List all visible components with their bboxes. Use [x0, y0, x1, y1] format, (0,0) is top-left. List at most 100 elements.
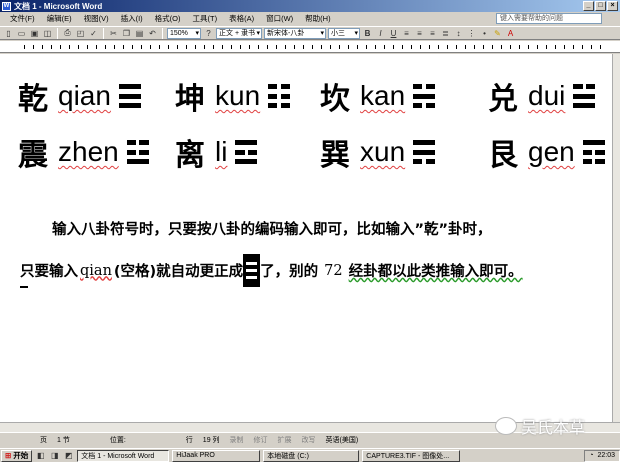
undo-icon[interactable]: ↶ — [147, 28, 158, 39]
watermark: 吴氏本草 — [495, 413, 613, 439]
status-line: 行 — [185, 436, 193, 444]
italic-button[interactable]: I — [375, 28, 386, 39]
wechat-logo-icon — [495, 417, 517, 435]
clock: 22:03 — [597, 452, 615, 459]
print-icon[interactable]: ⎙ — [62, 28, 73, 39]
document-area[interactable]: 乾 qian 坤 kun 坎 kan 兑 dui 震 zhen 离 li 巽 xun 艮 gen 输入八卦符… — [0, 54, 612, 422]
menu-insert[interactable]: 插入(I) — [115, 13, 149, 24]
status-trk[interactable]: 修订 — [254, 435, 268, 445]
status-section: 1 节 — [57, 436, 70, 444]
line-spacing-icon[interactable]: ↕ — [453, 28, 464, 39]
toolbar: ▯ ▭ ▣ ◫ ⎙ ◰ ✓ ✂ ❐ ▤ ↶ 150% ? 正文 + 隶书 新宋体… — [0, 26, 620, 40]
text-segment: 经卦都以此类推输入即可。 — [348, 264, 523, 280]
menu-table[interactable]: 表格(A) — [223, 13, 260, 24]
trigram-han: 坎 — [320, 82, 350, 117]
menu-view[interactable]: 视图(V) — [78, 13, 115, 24]
text-segment: 只要输入 — [20, 264, 78, 280]
maximize-button[interactable]: □ — [595, 1, 606, 11]
bullets-icon[interactable]: • — [479, 28, 490, 39]
trigram-han: 离 — [175, 138, 205, 173]
task-hijaak[interactable]: HiJaak PRO — [172, 449, 261, 462]
help-icon[interactable]: ? — [203, 28, 214, 39]
quicklaunch-icon[interactable]: ◨ — [49, 450, 60, 461]
paste-icon[interactable]: ▤ — [134, 28, 145, 39]
task-local-disk[interactable]: 本地磁盘 (C:) — [263, 449, 360, 462]
trigram-qian: 乾 qian — [18, 74, 141, 118]
start-label: 开始 — [13, 451, 29, 460]
trigram-han: 乾 — [18, 82, 48, 117]
copy-icon[interactable]: ❐ — [121, 28, 132, 39]
font-color-icon[interactable]: A — [505, 28, 516, 39]
start-button[interactable]: ⊞ 开始 — [1, 449, 33, 462]
task-word[interactable]: 文档 1 - Microsoft Word — [77, 449, 170, 462]
paragraph-line-2: 只要输入 qian (空格)就自动更正成 了，别的 72 经卦都以此类推输入即可… — [20, 254, 523, 287]
trigram-symbol-icon — [118, 84, 141, 108]
status-ext[interactable]: 扩展 — [278, 435, 292, 445]
trigram-symbol-icon — [268, 84, 291, 108]
status-rec[interactable]: 录制 — [230, 435, 244, 445]
zoom-select[interactable]: 150% — [167, 27, 201, 39]
trigram-symbol-icon — [126, 140, 149, 164]
numbering-icon[interactable]: ⋮ — [466, 28, 477, 39]
highlight-icon[interactable]: ✎ — [492, 28, 503, 39]
taskbar: ⊞ 开始 ◧ ◨ ◩ 文档 1 - Microsoft Word HiJaak P… — [0, 448, 620, 462]
status-page: 页 — [40, 436, 47, 444]
spelling-icon[interactable]: ✓ — [88, 28, 99, 39]
quicklaunch-icon[interactable]: ◧ — [35, 450, 46, 461]
menu-tools[interactable]: 工具(T) — [187, 13, 224, 24]
minimize-button[interactable]: _ — [583, 1, 594, 11]
trigram-kan: 坎 kan — [320, 74, 436, 118]
trigram-han: 艮 — [488, 138, 518, 173]
trigram-symbol-icon — [573, 84, 596, 108]
trigram-pinyin: kun — [215, 80, 261, 111]
align-left-icon[interactable]: ≡ — [401, 28, 412, 39]
title-bar: W 文档 1 - Microsoft Word _ □ × — [0, 0, 620, 12]
menu-window[interactable]: 窗口(W) — [260, 13, 299, 24]
trigram-pinyin: gen — [528, 136, 575, 167]
new-icon[interactable]: ▯ — [3, 28, 14, 39]
preview-icon[interactable]: ◰ — [75, 28, 86, 39]
cut-icon[interactable]: ✂ — [108, 28, 119, 39]
trigram-pinyin: kan — [360, 80, 406, 111]
vertical-scrollbar[interactable] — [612, 54, 620, 422]
horizontal-ruler[interactable] — [0, 41, 620, 53]
trigram-pinyin: dui — [528, 80, 566, 111]
trigram-xun: 巽 xun — [320, 130, 436, 174]
trigram-han: 震 — [18, 138, 48, 173]
align-right-icon[interactable]: ≡ — [427, 28, 438, 39]
save-icon[interactable]: ▣ — [29, 28, 40, 39]
menu-format[interactable]: 格式(O) — [149, 13, 187, 24]
menu-help[interactable]: 帮助(H) — [299, 13, 336, 24]
justify-icon[interactable]: ≣ — [440, 28, 451, 39]
close-button[interactable]: × — [607, 1, 618, 11]
status-column: 19 列 — [202, 436, 220, 444]
text-segment: 了，别的 — [260, 264, 319, 280]
quicklaunch-icon[interactable]: ◩ — [63, 450, 74, 461]
trigram-symbol-icon — [413, 140, 436, 164]
trigram-pinyin: qian — [58, 80, 111, 111]
underline-button[interactable]: U — [388, 28, 399, 39]
size-select[interactable]: 小三 — [328, 27, 360, 39]
trigram-kun: 坤 kun — [175, 74, 291, 118]
align-center-icon[interactable]: ≡ — [414, 28, 425, 39]
windows-logo-icon: ⊞ — [5, 451, 12, 460]
status-ovr[interactable]: 改写 — [302, 435, 316, 445]
font-select[interactable]: 新宋体-八卦 — [264, 27, 326, 39]
trigram-han: 坤 — [175, 82, 205, 117]
menu-edit[interactable]: 编辑(E) — [41, 13, 78, 24]
tray-icon[interactable]: ◔ — [589, 452, 593, 459]
trigram-symbol-icon — [582, 140, 605, 164]
help-search-input[interactable]: 键入需要帮助的问题 — [496, 13, 602, 24]
open-icon[interactable]: ▭ — [16, 28, 27, 39]
permission-icon[interactable]: ◫ — [42, 28, 53, 39]
style-select[interactable]: 正文 + 隶书 — [216, 27, 262, 39]
bold-button[interactable]: B — [362, 28, 373, 39]
status-position: 位置: — [109, 436, 126, 444]
task-capture[interactable]: CAPTURE3.TIF - 图像处... — [362, 449, 461, 462]
word-app-icon: W — [2, 1, 11, 11]
menu-file[interactable]: 文件(F) — [4, 13, 41, 24]
status-language: 英语(美国) — [325, 436, 359, 444]
trigram-pinyin: xun — [360, 136, 406, 167]
trigram-pinyin: li — [215, 136, 228, 167]
trigram-symbol-icon — [413, 84, 436, 108]
